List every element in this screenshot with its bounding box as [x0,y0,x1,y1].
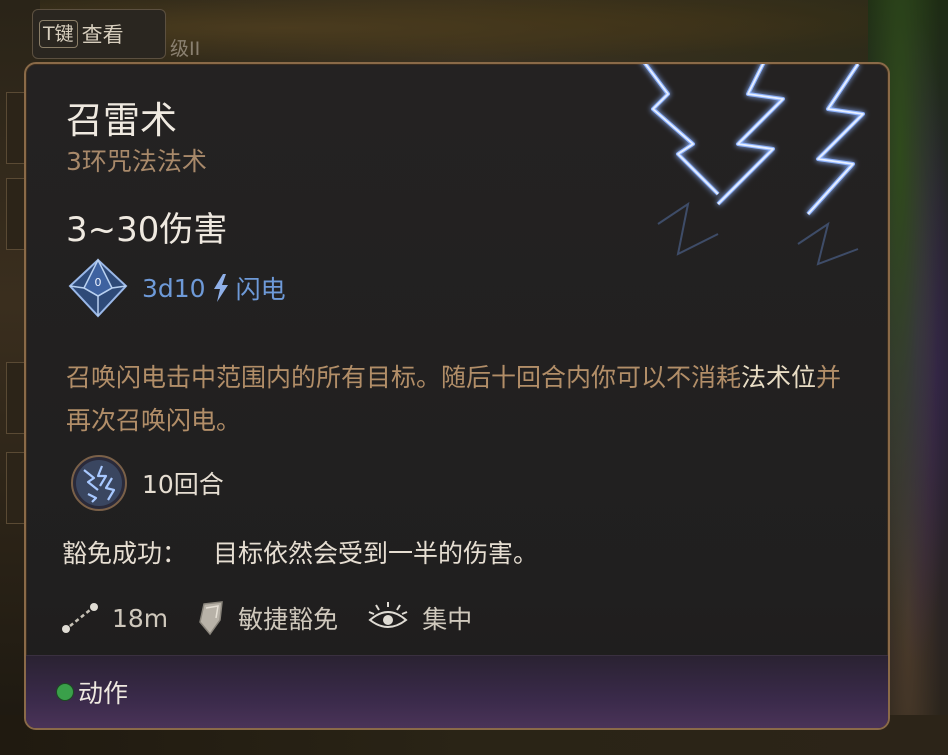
save-success-effect: 目标依然会受到一半的伤害。 [213,539,539,568]
spell-slot-keyword[interactable]: 法术位 [741,363,816,392]
spell-range: 18m [112,603,169,633]
save-success-label: 豁免成功： [62,539,188,568]
svg-text:0: 0 [95,276,102,289]
concentration-property: 集中 [366,600,472,636]
examine-hint[interactable]: T键 查看 [32,9,166,59]
spell-description: 召唤闪电击中范围内的所有目标。随后十回合内你可以不消耗法术位并再次召唤闪电。 [66,356,866,442]
action-dot-icon [56,683,74,701]
tooltip-footer: 动作 [26,655,888,728]
spell-tooltip: 召雷术 3环咒法法术 3~30伤害 0 3d10 闪电 召唤闪电击中范围内的所有… [24,62,890,730]
damage-dice-row: 0 3d10 闪电 [66,258,286,318]
action-type: 动作 [78,679,129,708]
save-result-row: 豁免成功： 目标依然会受到一半的伤害。 [62,534,538,570]
damage-type: 闪电 [235,275,286,304]
spell-duration: 10回合 [142,470,224,499]
d10-die-icon: 0 [68,258,128,318]
spell-save-type: 敏捷豁免 [238,605,339,634]
examine-label: 查看 [81,23,124,47]
damage-range: 3~30伤害 [66,210,228,250]
background-label: 级II [170,38,201,60]
hotkey-badge: T键 [39,20,78,48]
save-property: 敏捷豁免 [196,600,338,636]
concentration-label: 集中 [422,605,473,634]
concentration-eye-icon [368,602,408,628]
description-text: 召唤闪电击中范围内的所有目标。随后十回合内你可以不消耗 [66,363,742,392]
spell-properties: 18m 敏捷豁免 集中 [60,600,500,636]
lightning-art-icon [643,64,865,266]
duration-row: 10回合 [70,454,224,512]
lightning-bolt-icon [213,274,228,302]
range-property: 18m [60,601,168,635]
shield-save-icon [199,601,224,636]
storm-duration-icon [71,455,127,511]
action-cost: 动作 [56,674,128,710]
spell-level-school: 3环咒法法术 [66,147,207,176]
spell-name: 召雷术 [66,99,177,142]
damage-dice: 3d10 [142,273,206,303]
range-icon [62,603,98,633]
